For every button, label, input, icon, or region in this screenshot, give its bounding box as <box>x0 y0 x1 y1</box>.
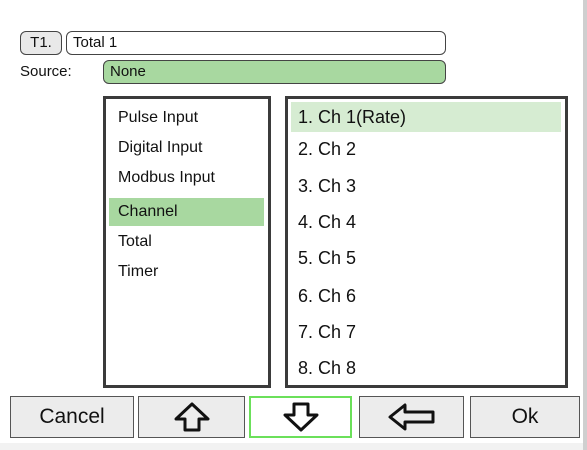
channel-item-8[interactable]: 8. Ch 8 <box>291 353 561 383</box>
frame-right-edge <box>583 0 587 450</box>
source-item-timer[interactable]: Timer <box>109 258 264 286</box>
channel-item-6[interactable]: 6. Ch 6 <box>291 281 561 311</box>
channel-item-4[interactable]: 4. Ch 4 <box>291 207 561 237</box>
channel-item-2[interactable]: 2. Ch 2 <box>291 134 561 164</box>
source-item-digital-input[interactable]: Digital Input <box>109 134 264 162</box>
up-button[interactable] <box>138 396 245 438</box>
total-name-field[interactable]: Total 1 <box>66 31 446 55</box>
channel-item-5[interactable]: 5. Ch 5 <box>291 243 561 273</box>
arrow-left-icon <box>387 402 437 432</box>
frame-bottom <box>0 443 587 450</box>
arrow-down-icon <box>281 402 321 432</box>
source-label: Source: <box>20 63 72 80</box>
source-item-modbus-input[interactable]: Modbus Input <box>109 164 264 192</box>
source-type-list[interactable]: Pulse Input Digital Input Modbus Input C… <box>103 96 271 388</box>
source-value-field[interactable]: None <box>103 60 446 84</box>
source-item-pulse-input[interactable]: Pulse Input <box>109 104 264 132</box>
arrow-up-icon <box>172 402 212 432</box>
down-button[interactable] <box>249 396 352 438</box>
back-button[interactable] <box>359 396 464 438</box>
channel-item-7[interactable]: 7. Ch 7 <box>291 317 561 347</box>
ok-button[interactable]: Ok <box>470 396 580 438</box>
source-item-total[interactable]: Total <box>109 228 264 256</box>
channel-item-1[interactable]: 1. Ch 1(Rate) <box>291 102 561 132</box>
source-item-channel[interactable]: Channel <box>109 198 264 226</box>
channel-list[interactable]: 1. Ch 1(Rate) 2. Ch 2 3. Ch 3 4. Ch 4 5.… <box>285 96 568 388</box>
total-tag[interactable]: T1. <box>20 31 62 55</box>
cancel-button[interactable]: Cancel <box>10 396 134 438</box>
channel-item-3[interactable]: 3. Ch 3 <box>291 171 561 201</box>
